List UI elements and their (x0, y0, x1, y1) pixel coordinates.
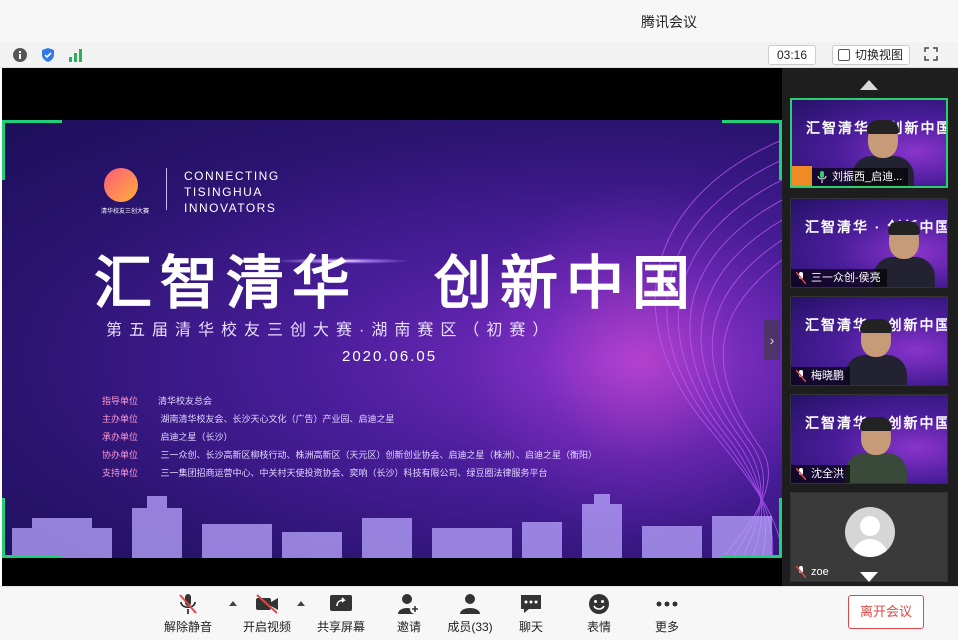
participant-tile[interactable]: 汇智清华 · 创新中国 梅晓鹏 (790, 296, 948, 386)
org-key: 指导单位 (102, 396, 139, 406)
video-options-caret-icon[interactable] (297, 601, 305, 606)
avatar (845, 507, 895, 557)
shared-screen[interactable]: 清华校友三创大赛 CONNECTING TISINGHUA INNOVATORS… (2, 68, 782, 586)
participant-tile[interactable]: 汇智清华 · 创新中国 沈全洪 (790, 394, 948, 484)
participant-panel: 汇智清华 · 创新中国 刘振西_启迪... 汇智清华 · 创新中国 三一众创-侯… (782, 68, 958, 586)
title-bar: 腾讯会议 (0, 0, 958, 42)
members-button[interactable]: 成员(33) (440, 593, 500, 635)
slide-date: 2020.06.05 (342, 348, 438, 365)
org-value: 三一集团招商运营中心、中关村天使投资协会、奕响（长沙）科技有限公司、绿豆圈法律服… (158, 468, 548, 478)
org-row: 协办单位 三一众创、长沙高新区柳枝行动、株洲高新区（天元区）创新创业协会、启迪之… (102, 448, 597, 461)
scroll-up-icon[interactable] (860, 80, 878, 90)
mic-muted-icon (796, 468, 806, 480)
audio-options-caret-icon[interactable] (229, 601, 237, 606)
start-video-label: 开启视频 (242, 620, 291, 634)
slide-frame-corner (722, 120, 782, 180)
info-bar: 03:16 切换视图 (0, 42, 958, 68)
invite-button[interactable]: 邀请 (379, 593, 439, 635)
org-key: 支持单位 (102, 468, 139, 478)
scroll-down-icon[interactable] (860, 572, 878, 582)
shield-icon[interactable] (40, 47, 56, 63)
participant-video (845, 417, 907, 483)
members-icon (460, 594, 480, 614)
tagline-line: INNOVATORS (184, 201, 277, 215)
add-user-icon (398, 594, 420, 614)
headline-right: 创新中国 (434, 249, 699, 317)
meeting-timer: 03:16 (768, 45, 816, 65)
emoji-button[interactable]: 表情 (569, 593, 629, 635)
unmute-label: 解除静音 (163, 620, 212, 634)
org-value: 启迪之星（长沙） (158, 432, 233, 442)
contest-logo (104, 168, 138, 202)
participant-name: zoe (791, 563, 835, 581)
participant-video (845, 319, 907, 385)
switch-view-button[interactable]: 切换视图 (832, 45, 911, 65)
switch-view-icon (838, 49, 850, 61)
org-value: 湖南清华校友会、长沙天心文化（广告）产业园、启迪之星 (158, 414, 395, 424)
tagline-line: TISINGHUA (184, 185, 263, 199)
participant-name: 三一众创-侯亮 (791, 269, 887, 287)
slide-frame-corner (2, 498, 62, 558)
chat-icon (521, 595, 541, 613)
more-label: 更多 (654, 620, 679, 634)
participant-name: 梅晓鹏 (791, 367, 850, 385)
meeting-window: 腾讯会议 03:16 切换视图 清华校友三创大赛 CONNECTING TISI… (0, 0, 958, 640)
tagline-line: CONNECTING (184, 169, 280, 183)
presentation-slide: 清华校友三创大赛 CONNECTING TISINGHUA INNOVATORS… (2, 120, 782, 558)
collapse-panel-arrow-icon[interactable]: › (764, 320, 780, 360)
mic-muted-icon (796, 272, 806, 284)
participant-name: 刘振西_启迪... (812, 168, 909, 186)
signal-icon[interactable] (68, 47, 84, 63)
unmute-button[interactable]: 解除静音 (158, 593, 218, 635)
more-icon (656, 601, 678, 607)
start-video-button[interactable]: 开启视频 (237, 593, 297, 635)
org-row: 承办单位 启迪之星（长沙） (102, 430, 233, 443)
slide-subhead: 第五届清华校友三创大赛·湖南赛区（初赛） (106, 322, 556, 339)
slide-frame-corner (722, 498, 782, 558)
org-row: 主办单位 湖南清华校友会、长沙天心文化（广告）产业园、启迪之星 (102, 412, 395, 425)
org-row: 支持单位 三一集团招商运营中心、中关村天使投资协会、奕响（长沙）科技有限公司、绿… (102, 466, 548, 479)
window-title: 腾讯会议 (641, 14, 697, 30)
fullscreen-icon[interactable] (924, 47, 938, 61)
switch-view-label: 切换视图 (855, 48, 904, 62)
org-value: 清华校友总会 (158, 396, 213, 406)
chat-label: 聊天 (518, 620, 543, 634)
info-icon[interactable] (12, 47, 28, 63)
mic-muted-icon (796, 566, 806, 578)
invite-label: 邀请 (396, 620, 421, 634)
logo-divider (166, 168, 167, 210)
leave-meeting-button[interactable]: 离开会议 (848, 595, 924, 629)
mic-muted-icon (796, 370, 806, 382)
connecting-tagline: CONNECTING TISINGHUA INNOVATORS (184, 168, 280, 216)
share-screen-label: 共享屏幕 (316, 620, 365, 634)
logo-caption: 清华校友三创大赛 (100, 209, 149, 215)
emoji-icon (589, 594, 609, 614)
org-key: 主办单位 (102, 414, 139, 424)
campus-skyline (12, 494, 772, 558)
mic-muted-icon (179, 594, 197, 614)
participant-tile[interactable]: 汇智清华 · 创新中国 刘振西_启迪... (790, 98, 948, 188)
bottom-toolbar: 解除静音 开启视频 共享屏幕 邀请 成员(33) 聊天 表情 更多 离开会议 (0, 586, 958, 640)
emoji-label: 表情 (586, 620, 611, 634)
org-key: 协办单位 (102, 450, 139, 460)
camera-off-icon (256, 594, 278, 614)
org-key: 承办单位 (102, 432, 139, 442)
headline-left: 汇智清华 (94, 249, 359, 317)
share-screen-icon (330, 595, 352, 611)
org-value: 三一众创、长沙高新区柳枝行动、株洲高新区（天元区）创新创业协会、启迪之星（株洲）… (158, 450, 598, 460)
share-screen-button[interactable]: 共享屏幕 (311, 593, 371, 635)
members-label: 成员(33) (447, 620, 493, 634)
more-button[interactable]: 更多 (637, 593, 697, 635)
participant-name: 沈全洪 (791, 465, 850, 483)
slide-frame-corner (2, 120, 62, 180)
org-row: 指导单位 清华校友总会 (102, 394, 212, 407)
chat-button[interactable]: 聊天 (501, 593, 561, 635)
user-badge-icon (792, 166, 812, 186)
mic-icon (817, 171, 827, 183)
participant-tile[interactable]: zoe (790, 492, 948, 582)
participant-tile[interactable]: 汇智清华 · 创新中国 三一众创-侯亮 (790, 198, 948, 288)
